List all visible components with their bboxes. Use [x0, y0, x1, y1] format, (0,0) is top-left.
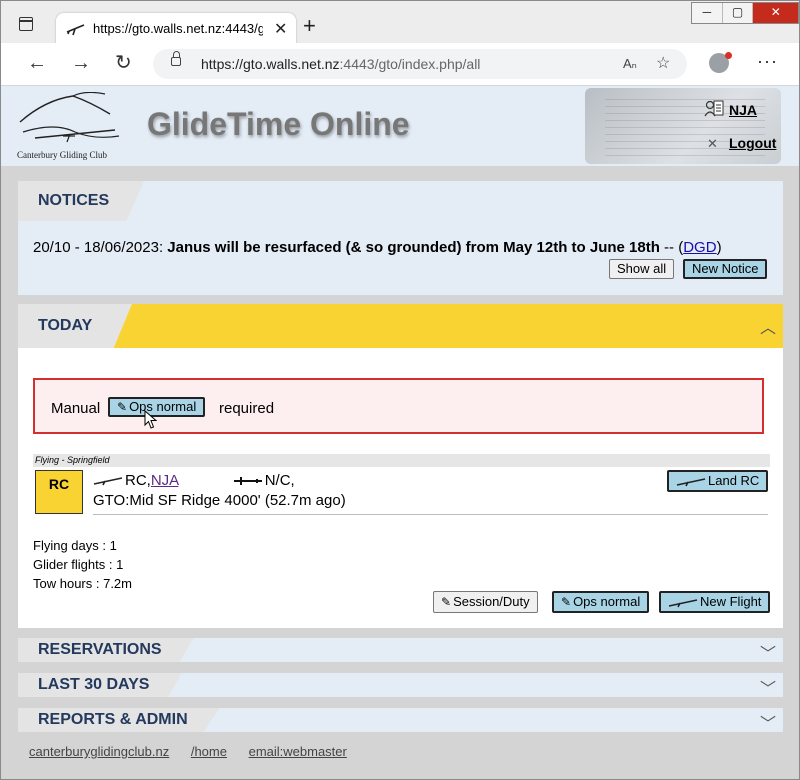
- last-30-days-section[interactable]: LAST 30 DAYS ﹀: [18, 673, 783, 699]
- land-rc-button[interactable]: Land RC: [667, 470, 769, 492]
- logout-link[interactable]: Logout: [729, 135, 776, 151]
- flight-divider: [93, 514, 768, 515]
- session-duty-label: Session/Duty: [453, 594, 530, 609]
- navigation-bar: ← → ↻ https://gto.walls.net.nz:4443/gto/…: [1, 43, 799, 86]
- user-link[interactable]: NJA: [729, 102, 757, 118]
- land-rc-label: Land RC: [708, 473, 760, 488]
- flying-location-label: Flying - Springfield: [33, 454, 770, 467]
- profile-avatar-icon[interactable]: [709, 52, 732, 73]
- footer-link-home[interactable]: /home: [191, 744, 227, 759]
- site-header: Canterbury Gliding Club GlideTime Online…: [1, 86, 799, 166]
- reservations-title: RESERVATIONS: [18, 638, 194, 662]
- glider-icon: [676, 477, 706, 486]
- footer-link-email[interactable]: email:webmaster: [249, 744, 347, 759]
- ops-normal-label: Ops normal: [129, 399, 197, 414]
- footer-link-club[interactable]: canterburyglidingclub.nz: [29, 744, 169, 759]
- mouse-pointer-icon: [144, 410, 158, 429]
- pencil-icon: ✎: [441, 595, 452, 609]
- url-host: https://gto.walls.net.nz: [201, 56, 340, 72]
- manual-ops-alert: Manual ✎ Ops normal required: [33, 378, 764, 434]
- notice-author-link[interactable]: DGD: [683, 239, 716, 256]
- browser-tab[interactable]: https://gto.walls.net.nz:4443/gto/ ✕: [56, 13, 296, 45]
- expand-chevron-icon[interactable]: ﹀: [760, 675, 776, 699]
- new-flight-label: New Flight: [700, 594, 762, 609]
- logbook-banner-image: [585, 88, 781, 164]
- tab-bar: https://gto.walls.net.nz:4443/gto/ ✕ + ─…: [1, 1, 799, 45]
- back-icon[interactable]: ←: [27, 53, 47, 73]
- favorites-icon[interactable]: ☆: [656, 53, 670, 73]
- club-logo[interactable]: Canterbury Gliding Club: [15, 91, 125, 164]
- new-tab-icon[interactable]: +: [303, 15, 316, 37]
- address-bar[interactable]: https://gto.walls.net.nz:4443/gto/index.…: [153, 49, 687, 79]
- tab-actions-icon[interactable]: [19, 17, 33, 31]
- forward-icon[interactable]: →: [71, 53, 91, 73]
- reports-admin-section[interactable]: REPORTS & ADMIN ﹀: [18, 708, 783, 734]
- new-notice-button[interactable]: New Notice: [683, 259, 768, 279]
- today-title: TODAY: [18, 304, 132, 348]
- today-stats: Flying days : 1 Glider flights : 1 Tow h…: [33, 536, 132, 593]
- required-label: required: [219, 400, 275, 417]
- user-icon: [704, 100, 724, 117]
- ops-normal-button[interactable]: ✎ Ops normal: [552, 591, 650, 613]
- reservations-section[interactable]: RESERVATIONS ﹀: [18, 638, 783, 664]
- url-path: :4443/gto/index.php/all: [339, 56, 481, 72]
- manual-label: Manual: [51, 400, 101, 417]
- notices-panel: NOTICES 20/10 - 18/06/2023: Janus will b…: [18, 181, 783, 295]
- notice-date: 20/10 - 18/06/2023:: [33, 239, 164, 256]
- notice-close-paren: ): [716, 239, 722, 256]
- notices-title[interactable]: NOTICES: [18, 181, 144, 221]
- tab-close-icon[interactable]: ✕: [274, 19, 287, 39]
- pilot-prefix: RC,: [125, 472, 151, 489]
- last-30-days-title: LAST 30 DAYS: [18, 673, 182, 697]
- reload-icon[interactable]: ↻: [115, 53, 132, 73]
- pencil-icon: ✎: [561, 595, 572, 609]
- pencil-icon: ✎: [117, 400, 128, 414]
- glider-icon: [93, 477, 123, 486]
- window-controls: ─ ▢ ✕: [691, 2, 799, 24]
- gto-status-line: GTO:Mid SF Ridge 4000' (52.7m ago): [93, 492, 346, 509]
- tug-code-badge[interactable]: RC: [35, 470, 83, 514]
- footer-links: canterburyglidingclub.nz /home email:web…: [29, 744, 365, 759]
- site-title: GlideTime Online: [147, 106, 410, 142]
- session-duty-button[interactable]: ✎ Session/Duty: [433, 591, 538, 613]
- browser-menu-icon[interactable]: ···: [757, 51, 778, 72]
- lock-icon[interactable]: [171, 51, 181, 66]
- today-panel: TODAY ︿ Manual ✎ Ops normal required Flyi…: [18, 304, 783, 628]
- ops-normal-label: Ops normal: [573, 594, 641, 609]
- read-aloud-icon[interactable]: Aₙ: [623, 56, 637, 72]
- glider-icon: [668, 598, 698, 607]
- notice-item: 20/10 - 18/06/2023: Janus will be resurf…: [33, 239, 722, 256]
- stat-glider-flights: Glider flights : 1: [33, 557, 124, 572]
- browser-window: https://gto.walls.net.nz:4443/gto/ ✕ + ─…: [0, 0, 800, 780]
- window-close-icon[interactable]: ✕: [753, 3, 799, 23]
- logout-icon: ✕: [707, 136, 718, 151]
- tab-title: https://gto.walls.net.nz:4443/gto/: [93, 21, 263, 36]
- flight-details: RC,NJA N/C,: [93, 472, 295, 489]
- tug-plane-icon: [233, 477, 262, 486]
- club-name: Canterbury Gliding Club: [17, 150, 107, 160]
- reports-admin-title: REPORTS & ADMIN: [18, 708, 220, 732]
- glider-favicon-icon: [66, 24, 85, 36]
- stat-flying-days: Flying days : 1: [33, 538, 117, 553]
- glider-status: N/C,: [264, 472, 295, 489]
- expand-chevron-icon[interactable]: ﹀: [760, 710, 776, 734]
- today-header[interactable]: TODAY ︿: [18, 304, 783, 348]
- url-text[interactable]: https://gto.walls.net.nz:4443/gto/index.…: [201, 56, 480, 72]
- notice-text: Janus will be resurfaced (& so grounded)…: [167, 239, 660, 256]
- maximize-icon[interactable]: ▢: [723, 3, 754, 23]
- expand-chevron-icon[interactable]: ﹀: [760, 640, 776, 664]
- new-flight-button[interactable]: New Flight: [659, 591, 771, 613]
- show-all-button[interactable]: Show all: [609, 259, 675, 279]
- page-content: Canterbury Gliding Club GlideTime Online…: [1, 86, 799, 779]
- notice-dash: --: [664, 239, 675, 256]
- minimize-icon[interactable]: ─: [692, 3, 723, 23]
- collapse-chevron-icon[interactable]: ︿: [760, 314, 776, 338]
- pilot-link[interactable]: NJA: [151, 472, 179, 489]
- stat-tow-hours: Tow hours : 7.2m: [33, 576, 132, 591]
- mountain-glider-logo-icon: [19, 91, 120, 143]
